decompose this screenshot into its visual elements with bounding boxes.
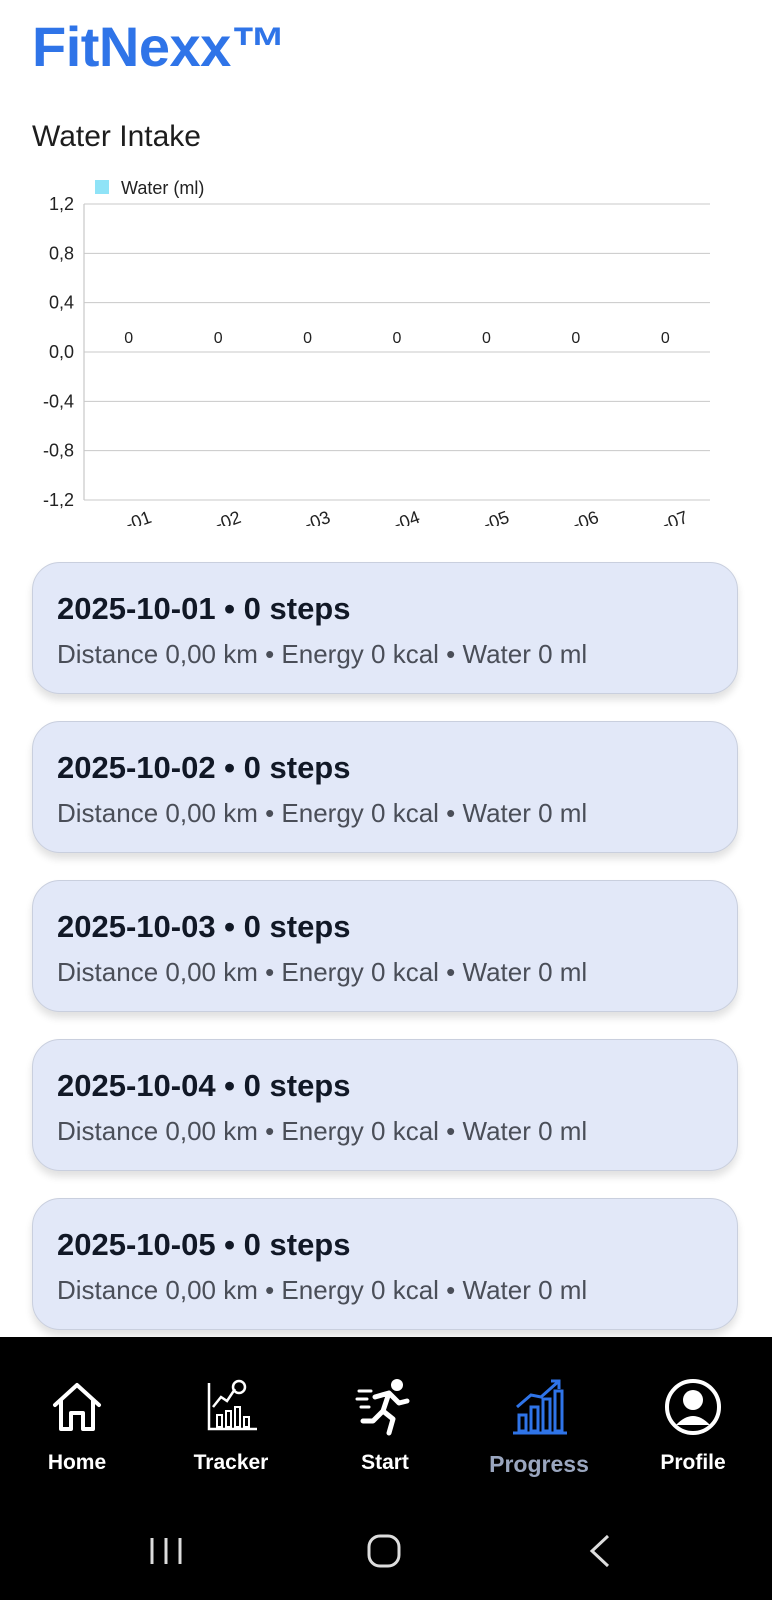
app-title: FitNexx™ xyxy=(32,15,287,78)
day-card-summary: Distance 0,00 km • Energy 0 kcal • Water… xyxy=(57,639,588,669)
bottom-navigation: Home Tracker Start Progress Profile xyxy=(0,1337,772,1600)
nav-label: Progress xyxy=(489,1451,589,1477)
day-card-summary: Distance 0,00 km • Energy 0 kcal • Water… xyxy=(57,1275,588,1305)
day-card[interactable]: 2025-10-05 • 0 steps Distance 0,00 km • … xyxy=(32,1198,738,1330)
legend-label: Water (ml) xyxy=(121,178,204,198)
day-card-summary: Distance 0,00 km • Energy 0 kcal • Water… xyxy=(57,1116,588,1146)
day-card[interactable]: 2025-10-03 • 0 steps Distance 0,00 km • … xyxy=(32,880,738,1012)
nav-item-tracker[interactable]: Tracker xyxy=(154,1337,308,1474)
section-title: Water Intake xyxy=(32,120,201,153)
day-card-summary: Distance 0,00 km • Energy 0 kcal • Water… xyxy=(57,798,588,828)
day-card[interactable]: 2025-10-01 • 0 steps Distance 0,00 km • … xyxy=(32,562,738,694)
water-intake-chart: 1,2 0,8 0,4 0,0 -0,4 -0,8 -1,2 Water (ml) 0 0 0 0 0 0… xyxy=(0,170,772,540)
nav-item-profile[interactable]: Profile xyxy=(616,1337,770,1474)
data-label: 0 xyxy=(393,330,402,347)
recents-icon xyxy=(150,1538,182,1564)
tracker-chart-icon xyxy=(207,1379,257,1431)
data-label: 0 xyxy=(571,330,580,347)
system-home-button[interactable] xyxy=(333,1500,433,1600)
system-navigation-bar xyxy=(0,1500,772,1600)
nav-item-progress[interactable]: Progress xyxy=(462,1337,616,1477)
home-button-icon xyxy=(367,1534,401,1568)
y-tick-label: -0,8 xyxy=(43,441,74,461)
day-card-title: 2025-10-05 • 0 steps xyxy=(57,1227,351,1262)
y-tick-label: 0,8 xyxy=(49,243,74,263)
running-person-icon xyxy=(355,1379,410,1436)
nav-item-home[interactable]: Home xyxy=(0,1337,154,1474)
x-label-clip xyxy=(0,526,772,540)
data-label: 0 xyxy=(124,330,133,347)
y-tick-label: 0,0 xyxy=(49,342,74,362)
data-label: 0 xyxy=(482,330,491,347)
recents-button[interactable] xyxy=(116,1500,216,1600)
data-label: 0 xyxy=(214,330,223,347)
y-tick-label: 0,4 xyxy=(49,293,74,313)
legend-swatch xyxy=(95,180,109,194)
y-tick-label: -1,2 xyxy=(43,490,74,510)
nav-label: Home xyxy=(47,1451,107,1474)
home-icon xyxy=(53,1383,101,1431)
day-card-title: 2025-10-02 • 0 steps xyxy=(57,750,351,785)
bar-chart-icon xyxy=(513,1379,567,1435)
day-card-summary: Distance 0,00 km • Energy 0 kcal • Water… xyxy=(57,957,588,987)
back-button[interactable] xyxy=(550,1500,650,1600)
day-card[interactable]: 2025-10-04 • 0 steps Distance 0,00 km • … xyxy=(32,1039,738,1171)
nav-item-start[interactable]: Start xyxy=(308,1337,462,1474)
y-tick-label: -0,4 xyxy=(43,391,74,411)
nav-label: Start xyxy=(361,1451,409,1474)
day-card-title: 2025-10-01 • 0 steps xyxy=(57,591,351,626)
profile-icon xyxy=(665,1379,721,1435)
day-card[interactable]: 2025-10-02 • 0 steps Distance 0,00 km • … xyxy=(32,721,738,853)
nav-label: Profile xyxy=(660,1451,726,1474)
data-label: 0 xyxy=(303,330,312,347)
day-card-title: 2025-10-03 • 0 steps xyxy=(57,909,351,944)
nav-label: Tracker xyxy=(193,1451,269,1474)
back-icon xyxy=(589,1534,610,1568)
y-tick-label: 1,2 xyxy=(49,194,74,214)
data-label: 0 xyxy=(661,330,670,347)
day-card-title: 2025-10-04 • 0 steps xyxy=(57,1068,351,1103)
